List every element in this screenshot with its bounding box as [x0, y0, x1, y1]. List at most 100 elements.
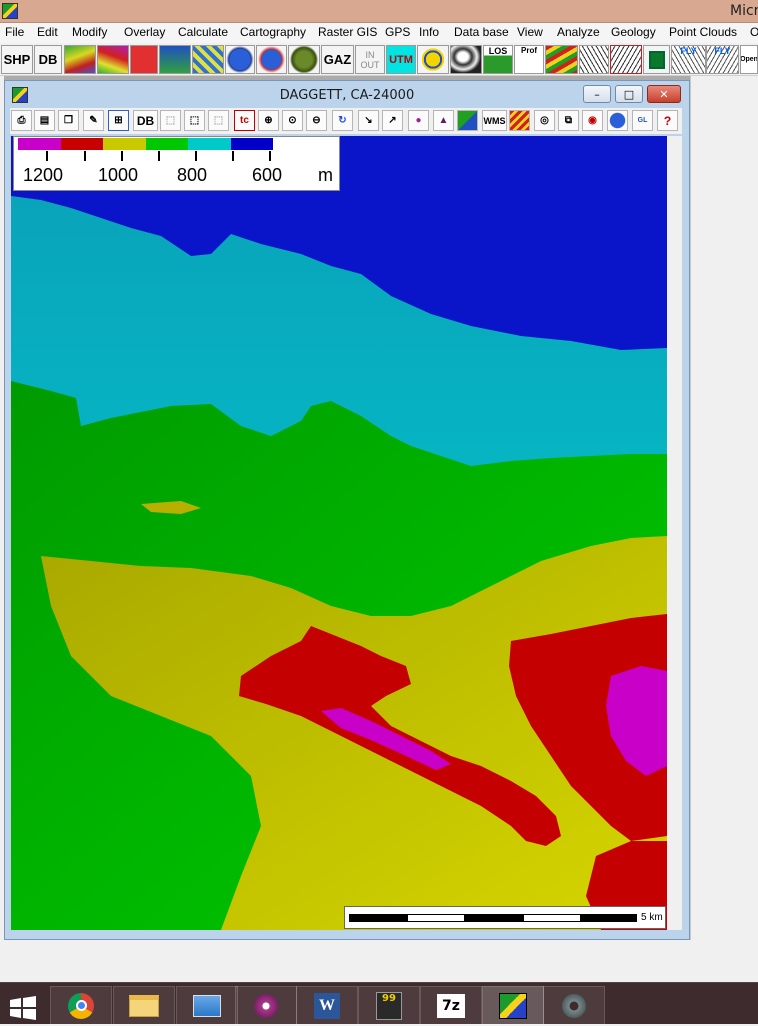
- subset-icon[interactable]: ⬚: [184, 110, 205, 131]
- scale-segment: [349, 914, 407, 922]
- copy-icon[interactable]: ❐: [58, 110, 79, 131]
- menu-view[interactable]: View: [517, 25, 543, 39]
- graticule-icon[interactable]: ⊞: [108, 110, 129, 131]
- select-area-icon[interactable]: ⬚: [160, 110, 181, 131]
- in-out-button[interactable]: IN OUT: [355, 45, 385, 74]
- imagery-icon[interactable]: [192, 45, 224, 74]
- book-icon[interactable]: 99: [358, 986, 420, 1025]
- dem-open-icon[interactable]: [64, 45, 96, 74]
- menu-point-clouds[interactable]: Point Clouds: [669, 25, 737, 39]
- open-button[interactable]: Open: [740, 45, 758, 74]
- map-db-button[interactable]: DB: [133, 110, 158, 131]
- legend-swatch-1000: [60, 138, 103, 150]
- word-icon[interactable]: W: [296, 986, 358, 1025]
- menu-info[interactable]: Info: [419, 25, 439, 39]
- zoom-in-icon[interactable]: ⊕: [258, 110, 279, 131]
- fly-button-1[interactable]: FLY: [671, 45, 706, 74]
- 7zip-icon[interactable]: 7z: [420, 986, 482, 1025]
- close-button[interactable]: ✕: [647, 85, 681, 103]
- menu-analyze[interactable]: Analyze: [557, 25, 600, 39]
- menu-overflow[interactable]: O: [750, 25, 758, 39]
- triangle-net-icon[interactable]: [579, 45, 609, 74]
- turtle-icon[interactable]: [288, 45, 320, 74]
- blob-icon[interactable]: ●: [408, 110, 429, 131]
- menu-overlay[interactable]: Overlay: [124, 25, 165, 39]
- taskbar: W 99 7z: [0, 982, 758, 1025]
- legend-tick: [232, 151, 234, 161]
- scale-segment: [581, 914, 637, 922]
- legend-unit: m: [318, 165, 333, 185]
- world-globe-icon[interactable]: [225, 45, 255, 74]
- red-layer-icon[interactable]: [130, 45, 158, 74]
- chrome-icon[interactable]: [50, 986, 112, 1025]
- overlay-icon[interactable]: ⧉: [558, 110, 579, 131]
- elevation-map-svg: [11, 136, 667, 930]
- media-player-icon[interactable]: [235, 986, 297, 1025]
- map-toolbar: ⎙ ▤ ❐ ✎ ⊞ DB ⬚ ⬚ ⬚ tc ⊕ ⊙ ⊖ ↻ ↘ ↗ ● ▲ WM…: [10, 108, 682, 134]
- menu-calculate[interactable]: Calculate: [178, 25, 228, 39]
- wms-button[interactable]: WMS: [482, 110, 507, 131]
- gazetteer-button[interactable]: GAZ: [321, 45, 354, 74]
- dalmatian-icon[interactable]: [450, 45, 482, 74]
- minimize-button[interactable]: –: [583, 85, 611, 103]
- los-button[interactable]: LOS: [483, 45, 513, 74]
- redraw-icon[interactable]: ↻: [332, 110, 353, 131]
- help-icon[interactable]: ?: [657, 110, 678, 131]
- menu-modify[interactable]: Modify: [72, 25, 107, 39]
- profile-button[interactable]: Prof: [514, 45, 544, 74]
- legend-swatch-700: [188, 138, 231, 150]
- opengl-icon[interactable]: GL: [632, 110, 653, 131]
- digitize-icon[interactable]: ✎: [83, 110, 104, 131]
- menu-database[interactable]: Data base: [454, 25, 509, 39]
- main-toolbar: SHP DB GAZ IN OUT UTM LOS Prof FLY FLY O…: [0, 43, 758, 76]
- map-window-titlebar[interactable]: DAGGETT, CA-24000 – □ ✕: [5, 81, 689, 109]
- gear-icon[interactable]: [543, 986, 605, 1025]
- microdem-icon[interactable]: [482, 986, 544, 1025]
- menu-cartography[interactable]: Cartography: [240, 25, 306, 39]
- tc-icon[interactable]: tc: [234, 110, 255, 131]
- db-button[interactable]: DB: [34, 45, 62, 74]
- zoom-out-icon[interactable]: ⊖: [306, 110, 327, 131]
- zoom-icon[interactable]: ⊙: [282, 110, 303, 131]
- zip-label: 7z: [437, 993, 465, 1018]
- menu-geology[interactable]: Geology: [611, 25, 656, 39]
- shp-button[interactable]: SHP: [1, 45, 33, 74]
- legend-tick: [121, 151, 123, 161]
- app-title: Micr: [730, 3, 758, 19]
- sun-icon[interactable]: [417, 45, 449, 74]
- photos-icon[interactable]: [176, 986, 238, 1025]
- legend-label-800: 800: [177, 165, 208, 185]
- menu-edit[interactable]: Edit: [37, 25, 58, 39]
- geology-colors-icon[interactable]: [545, 45, 578, 74]
- menu-file[interactable]: File: [5, 25, 24, 39]
- elevation-map[interactable]: [11, 136, 667, 930]
- stereo-icon[interactable]: ◉: [582, 110, 603, 131]
- fly-button-2[interactable]: FLY: [706, 45, 739, 74]
- file-explorer-icon[interactable]: [113, 986, 175, 1025]
- google-earth-icon[interactable]: [607, 110, 628, 131]
- dem-color-icon[interactable]: [97, 45, 129, 74]
- measure-icon[interactable]: ↘: [358, 110, 379, 131]
- legend-tick: [195, 151, 197, 161]
- globe-network-icon[interactable]: [256, 45, 287, 74]
- building-icon[interactable]: [643, 45, 670, 74]
- book-label: 99: [376, 991, 402, 1020]
- layers-icon[interactable]: [457, 110, 478, 131]
- route-icon[interactable]: ↗: [382, 110, 403, 131]
- target-icon[interactable]: ◎: [534, 110, 555, 131]
- triangle-net-red-icon[interactable]: [610, 45, 642, 74]
- subset-disabled-icon[interactable]: ⬚: [208, 110, 229, 131]
- save-image-icon[interactable]: ▤: [34, 110, 55, 131]
- mdi-right-area: [690, 76, 758, 982]
- menu-raster-gis[interactable]: Raster GIS: [318, 25, 377, 39]
- restore-button[interactable]: □: [615, 85, 643, 103]
- windows-icon[interactable]: [8, 994, 38, 1022]
- geology-map-icon[interactable]: [509, 110, 530, 131]
- legend-swatch-1200: [18, 138, 61, 150]
- globe-cube-icon[interactable]: [159, 45, 191, 74]
- print-icon[interactable]: ⎙: [11, 110, 32, 131]
- utm-button[interactable]: UTM: [386, 45, 416, 74]
- menu-gps[interactable]: GPS: [385, 25, 410, 39]
- mountain-icon[interactable]: ▲: [433, 110, 454, 131]
- scale-segment: [407, 914, 465, 922]
